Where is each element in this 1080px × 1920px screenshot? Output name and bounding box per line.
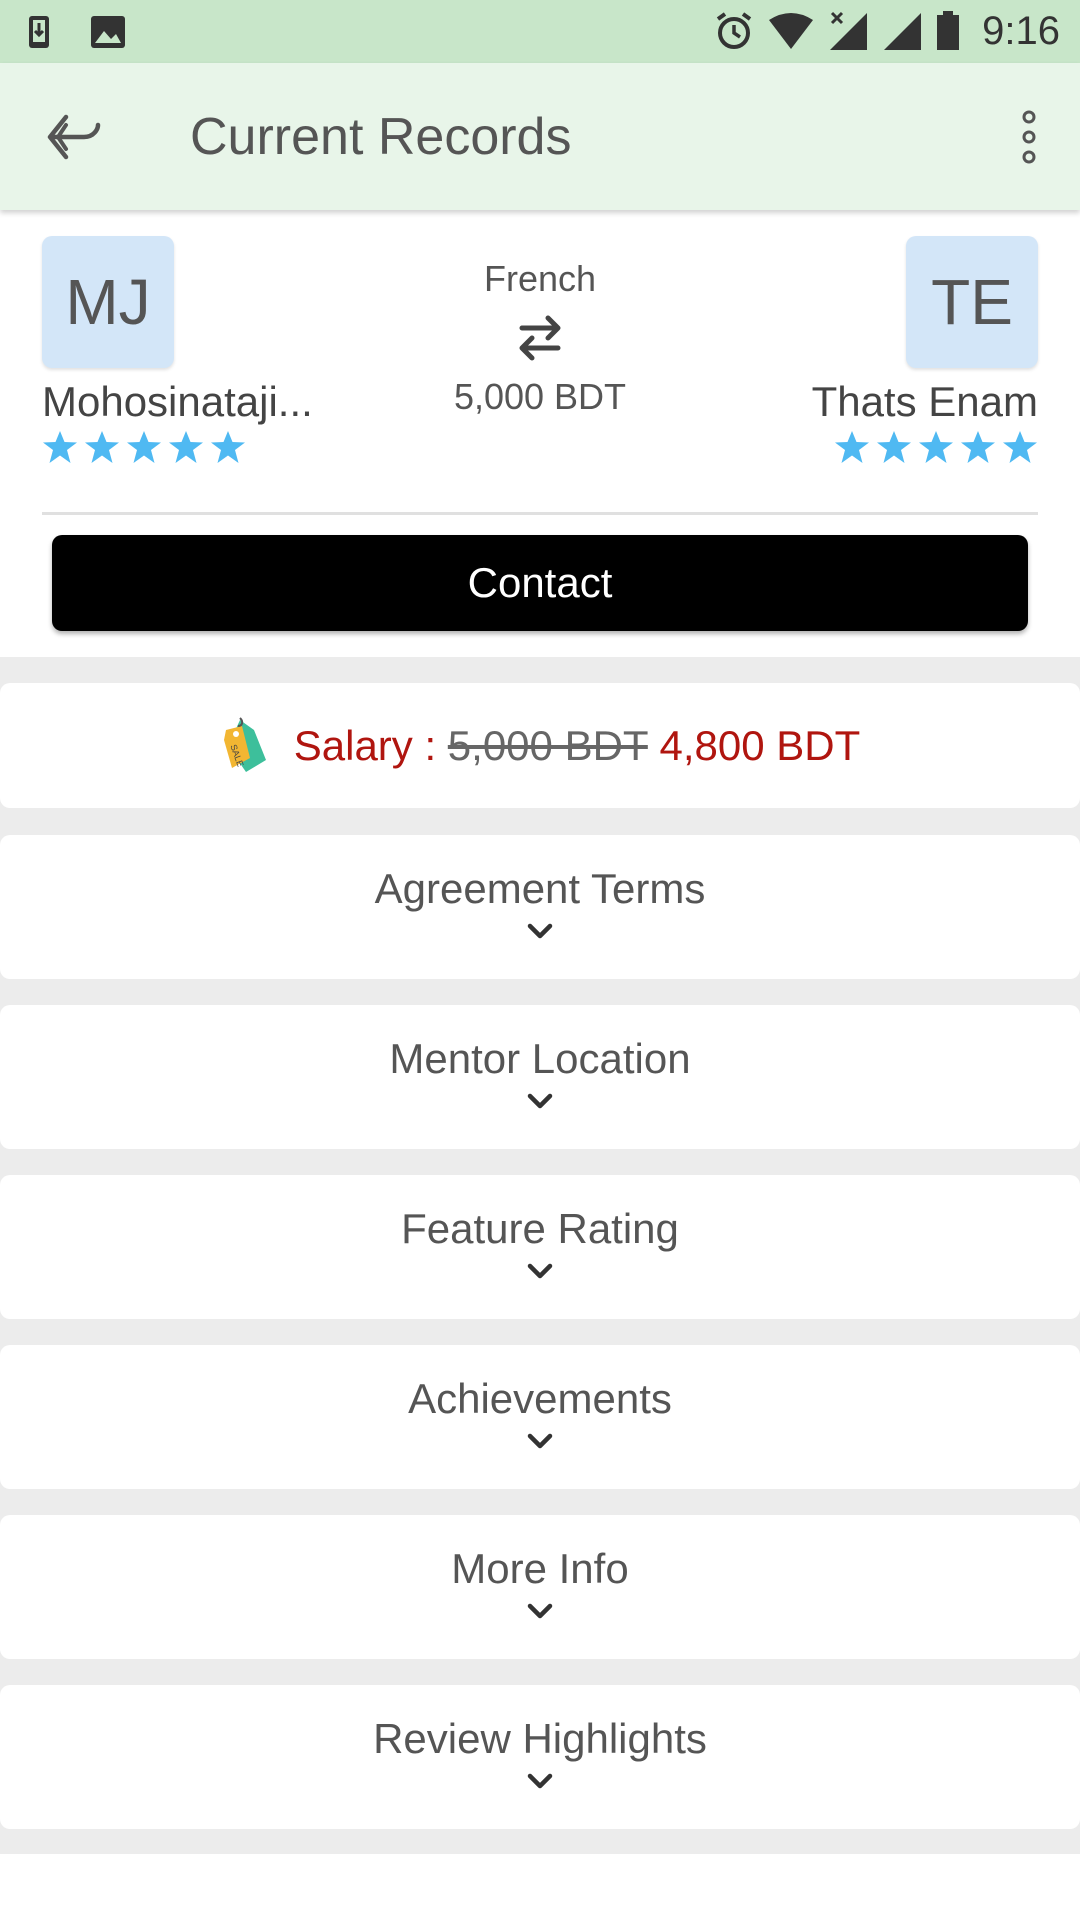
chevron-down-icon <box>527 923 553 939</box>
section-title: Achievements <box>408 1375 672 1422</box>
contact-button[interactable]: Contact <box>52 535 1028 631</box>
chevron-down-icon <box>527 1773 553 1789</box>
salary-card: SALE Salary : 5,000 BDT 4,800 BDT <box>0 683 1080 808</box>
signal-icon <box>884 13 922 50</box>
bottom-area <box>0 1854 1080 1920</box>
image-icon <box>91 16 125 48</box>
subject-label: French <box>483 258 597 299</box>
sale-tag-icon: SALE <box>223 716 266 772</box>
battery-icon <box>937 11 960 50</box>
divider <box>42 512 1038 515</box>
swap-icon <box>519 315 561 361</box>
app-bar: Current Records <box>0 63 1080 210</box>
match-summary: French 5,000 BDT <box>390 258 690 418</box>
status-bar: 9:16 <box>0 0 1080 63</box>
star-icon <box>835 431 869 463</box>
chevron-down-icon <box>527 1093 553 1109</box>
salary-old-value: 5,000 BDT <box>447 721 648 769</box>
back-arrow-icon[interactable] <box>44 107 104 167</box>
expandable-section[interactable]: More Info <box>0 1515 1080 1659</box>
expandable-section[interactable]: Mentor Location <box>0 1005 1080 1149</box>
avatar[interactable]: MJ <box>42 236 174 368</box>
star-icon <box>211 431 245 463</box>
star-icon <box>1003 431 1037 463</box>
star-icon <box>169 431 203 463</box>
expandable-section[interactable]: Agreement Terms <box>0 835 1080 979</box>
status-time: 9:16 <box>982 8 1060 53</box>
section-title: Mentor Location <box>389 1035 691 1082</box>
expandable-section[interactable]: Achievements <box>0 1345 1080 1489</box>
star-icon <box>877 431 911 463</box>
section-title: Agreement Terms <box>374 865 706 912</box>
left-profile-name[interactable]: Mohosinataji... <box>42 378 313 426</box>
wifi-icon <box>769 13 814 49</box>
alarm-icon <box>716 12 752 49</box>
right-profile-name[interactable]: Thats Enam <box>812 378 1038 426</box>
section-title: Feature Rating <box>401 1205 679 1252</box>
chevron-down-icon <box>527 1603 553 1619</box>
star-icon <box>127 431 161 463</box>
page-title: Current Records <box>190 108 572 166</box>
more-vert-icon[interactable] <box>1014 107 1044 167</box>
salary-label: Salary : <box>293 721 437 769</box>
chevron-down-icon <box>527 1433 553 1449</box>
download-icon <box>29 16 49 48</box>
section-title: More Info <box>451 1545 629 1592</box>
star-icon <box>85 431 119 463</box>
right-rating-stars <box>834 430 1038 464</box>
fee-label: 5,000 BDT <box>453 376 627 417</box>
avatar[interactable]: TE <box>906 236 1038 368</box>
expandable-section[interactable]: Review Highlights <box>0 1685 1080 1829</box>
signal-off-icon <box>830 11 868 50</box>
match-card: MJ Mohosinataji... French 5,000 BDT TE T… <box>0 210 1080 657</box>
salary-line: Salary : 5,000 BDT 4,800 BDT <box>294 722 861 770</box>
star-icon <box>43 431 77 463</box>
salary-new-value: 4,800 BDT <box>659 721 861 769</box>
left-rating-stars <box>42 430 246 464</box>
expandable-section[interactable]: Feature Rating <box>0 1175 1080 1319</box>
chevron-down-icon <box>527 1263 553 1279</box>
section-title: Review Highlights <box>373 1715 707 1762</box>
star-icon <box>919 431 953 463</box>
star-icon <box>961 431 995 463</box>
